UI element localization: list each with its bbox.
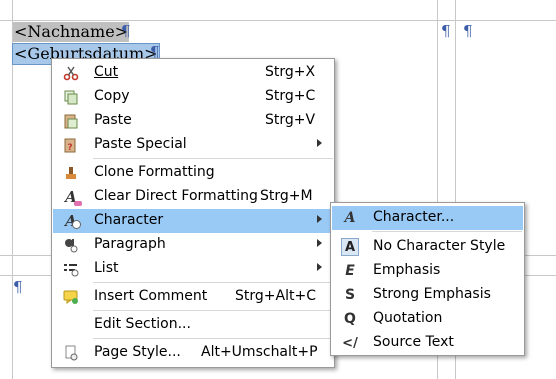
menu-separator — [93, 282, 333, 283]
menu-separator — [93, 310, 333, 311]
menu-item-character[interactable]: A Character — [53, 209, 333, 233]
context-menu: Cut Strg+X Copy Strg+C Paste Strg+V ? Pa… — [51, 58, 335, 368]
emphasis-icon: E — [345, 263, 355, 279]
shortcut-label: Strg+X — [265, 64, 316, 80]
pilcrow-mark: ¶ — [13, 278, 23, 296]
submenu-item-label: Emphasis — [373, 262, 441, 278]
submenu-arrow-icon — [317, 263, 322, 271]
no-character-style-glyph: A — [341, 238, 359, 256]
menu-item-list[interactable]: List — [53, 257, 333, 281]
page-style-icon — [62, 344, 80, 362]
menu-item-cut[interactable]: Cut Strg+X — [53, 61, 333, 85]
menu-item-label: Character — [94, 212, 164, 228]
submenu-item-label: Strong Emphasis — [373, 286, 491, 302]
submenu-arrow-icon — [317, 239, 322, 247]
character-dialog-icon: A — [344, 210, 356, 226]
scissors-icon — [62, 64, 80, 82]
menu-item-paragraph[interactable]: Paragraph — [53, 233, 333, 257]
no-character-style-icon: A — [341, 238, 359, 256]
menu-item-label: Paste — [94, 112, 132, 128]
clone-formatting-icon — [62, 164, 80, 182]
pilcrow-mark: ¶ — [121, 22, 131, 40]
strong-emphasis-icon: S — [344, 287, 356, 303]
paste-special-icon: ? — [62, 136, 80, 154]
menu-item-clone-formatting[interactable]: Clone Formatting — [53, 161, 333, 185]
menu-item-label: Clone Formatting — [94, 164, 215, 180]
submenu-item-strong-emphasis[interactable]: S Strong Emphasis — [332, 283, 523, 307]
shortcut-label: Strg+Alt+C — [235, 288, 316, 304]
clear-formatting-icon: A — [62, 188, 82, 206]
submenu-item-quotation[interactable]: Q Quotation — [332, 307, 523, 331]
menu-item-label: Paragraph — [94, 236, 166, 252]
menu-item-insert-comment[interactable]: Insert Comment Strg+Alt+C — [53, 285, 333, 309]
menu-separator — [372, 231, 522, 232]
menu-item-paste[interactable]: Paste Strg+V — [53, 109, 333, 133]
menu-item-label: Copy — [94, 88, 130, 104]
menu-item-copy[interactable]: Copy Strg+C — [53, 85, 333, 109]
shortcut-label: Strg+C — [265, 88, 316, 104]
submenu-arrow-icon — [317, 215, 322, 223]
submenu-item-label: Quotation — [373, 310, 443, 326]
menu-item-page-style[interactable]: Page Style... Alt+Umschalt+P — [53, 341, 333, 365]
menu-separator — [93, 158, 333, 159]
menu-item-clear-direct-formatting[interactable]: A Clear Direct Formatting Strg+M — [53, 185, 333, 209]
paste-icon — [62, 112, 80, 130]
submenu-item-no-character-style[interactable]: A No Character Style — [332, 235, 523, 259]
menu-separator — [93, 338, 333, 339]
submenu-item-label: No Character Style — [373, 238, 506, 254]
menu-item-label: Edit Section... — [94, 316, 191, 332]
shortcut-label: Strg+V — [265, 112, 316, 128]
source-text-icon: </ — [342, 335, 358, 351]
menu-item-edit-section[interactable]: Edit Section... — [53, 313, 333, 337]
menu-item-label: Page Style... — [94, 344, 181, 360]
submenu-item-label: Character... — [373, 209, 455, 225]
quotation-icon: Q — [344, 311, 356, 327]
menu-item-paste-special[interactable]: ? Paste Special — [53, 133, 333, 157]
menu-item-label: Clear Direct Formatting — [94, 188, 258, 204]
copy-icon — [62, 88, 80, 106]
text-boundary — [0, 20, 556, 21]
pilcrow-mark: ¶ — [463, 22, 473, 40]
submenu-item-source-text[interactable]: </ Source Text — [332, 331, 523, 355]
paragraph-icon — [62, 236, 80, 254]
shortcut-label: Strg+M — [260, 188, 313, 204]
shortcut-label: Alt+Umschalt+P — [201, 344, 318, 360]
character-icon: A — [62, 212, 81, 230]
submenu-item-emphasis[interactable]: E Emphasis — [332, 259, 523, 283]
pilcrow-mark: ¶ — [441, 22, 451, 40]
comment-icon — [62, 288, 80, 306]
menu-item-label: Paste Special — [94, 136, 187, 152]
menu-item-label: List — [94, 260, 119, 276]
submenu-item-character-dialog[interactable]: A Character... — [332, 206, 523, 230]
menu-item-label: Cut — [94, 64, 119, 80]
field-nachname[interactable]: <Nachname> — [13, 22, 130, 42]
menu-item-label: Insert Comment — [94, 288, 208, 304]
list-icon — [62, 260, 80, 278]
character-submenu: A Character... A No Character Style E Em… — [330, 202, 525, 356]
submenu-arrow-icon — [317, 139, 322, 147]
submenu-item-label: Source Text — [373, 334, 454, 350]
svg-text:?: ? — [67, 143, 72, 153]
